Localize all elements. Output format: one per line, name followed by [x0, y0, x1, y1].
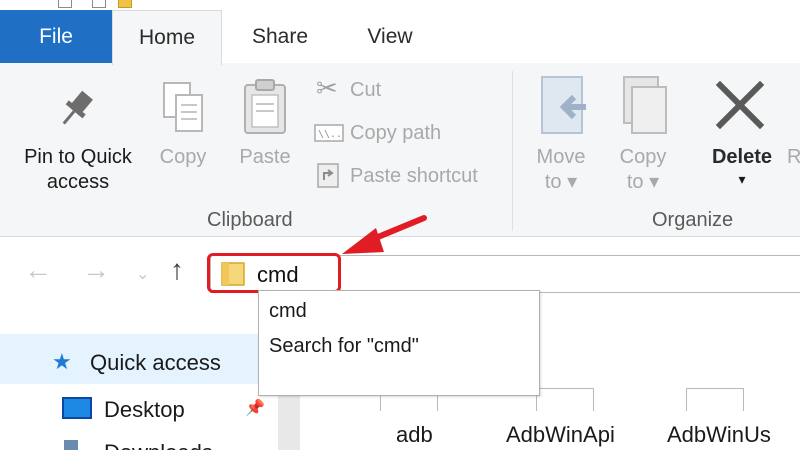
folder-icon: [118, 0, 132, 8]
file-item[interactable]: adb: [396, 422, 433, 448]
clipboard-group-label: Clipboard: [207, 209, 293, 231]
quick-access-toolbar-icon[interactable]: [58, 0, 72, 8]
up-arrow-icon[interactable]: ↑: [170, 254, 184, 286]
paste-shortcut-icon: [317, 163, 339, 188]
copy-to-icon: [623, 76, 667, 134]
rename-button-partial[interactable]: R: [787, 145, 800, 170]
nav-item-partial[interactable]: Downloads: [104, 438, 214, 450]
annotation-arrow-icon: [342, 215, 427, 254]
delete-dropdown-caret[interactable]: ▾: [704, 167, 780, 192]
address-suggestions-dropdown: cmd Search for "cmd": [258, 290, 540, 396]
star-icon: ★: [52, 349, 72, 374]
copy-to-line2: to ▾: [626, 171, 660, 193]
suggestion-cmd[interactable]: cmd: [269, 300, 307, 323]
organize-group-label: Organize: [652, 209, 734, 231]
suggestion-search-cmd[interactable]: Search for "cmd": [269, 335, 419, 358]
scissors-icon: ✂: [316, 73, 338, 103]
pin-label-line1: Pin to Quick: [24, 146, 132, 168]
file-item[interactable]: AdbWinUs: [667, 422, 771, 448]
clipboard-icon: [244, 79, 286, 134]
tab-home[interactable]: Home: [112, 10, 222, 65]
cut-label: Cut: [350, 79, 382, 101]
copy-icon: [163, 82, 203, 132]
recent-locations-chevron-icon[interactable]: ⌄: [136, 264, 149, 284]
navigation-pane: [0, 312, 300, 450]
delete-x-icon: [715, 80, 765, 130]
file-icon: [686, 388, 744, 411]
move-to-icon: [541, 76, 586, 134]
pin-label-line2: access: [46, 171, 110, 193]
svg-text:\\...: \\...: [318, 129, 344, 140]
file-item[interactable]: AdbWinApi: [506, 422, 615, 448]
title-bar: [0, 0, 800, 10]
tab-view[interactable]: View: [340, 10, 440, 63]
copy-path-icon: \\...: [314, 124, 344, 142]
tab-share[interactable]: Share: [230, 10, 330, 63]
nav-item-quick-access[interactable]: Quick access: [90, 350, 221, 376]
nav-pane-scrollbar[interactable]: [278, 394, 300, 450]
downloads-icon-partial: [64, 440, 78, 450]
copy-to-line1: Copy: [619, 146, 667, 168]
desktop-icon: [62, 397, 92, 419]
file-icon: [536, 388, 594, 411]
move-to-line2: to ▾: [544, 171, 578, 193]
pinned-icon: 📌: [245, 400, 265, 417]
paste-label: Paste: [239, 146, 291, 168]
ribbon-tab-row: File Home Share View: [0, 10, 800, 65]
forward-arrow-icon[interactable]: →: [82, 254, 110, 286]
back-arrow-icon[interactable]: ←: [24, 254, 52, 286]
move-to-line1: Move: [536, 146, 586, 168]
paste-shortcut-label: Paste shortcut: [350, 165, 478, 187]
group-separator: [512, 71, 513, 231]
copy-label: Copy: [159, 146, 207, 168]
copy-path-label: Copy path: [350, 122, 442, 144]
tab-file[interactable]: File: [0, 10, 112, 63]
nav-item-desktop[interactable]: Desktop: [104, 397, 185, 423]
highlight-box: [207, 253, 341, 293]
quick-access-toolbar-icon[interactable]: [92, 0, 106, 8]
pin-icon: [62, 90, 93, 125]
